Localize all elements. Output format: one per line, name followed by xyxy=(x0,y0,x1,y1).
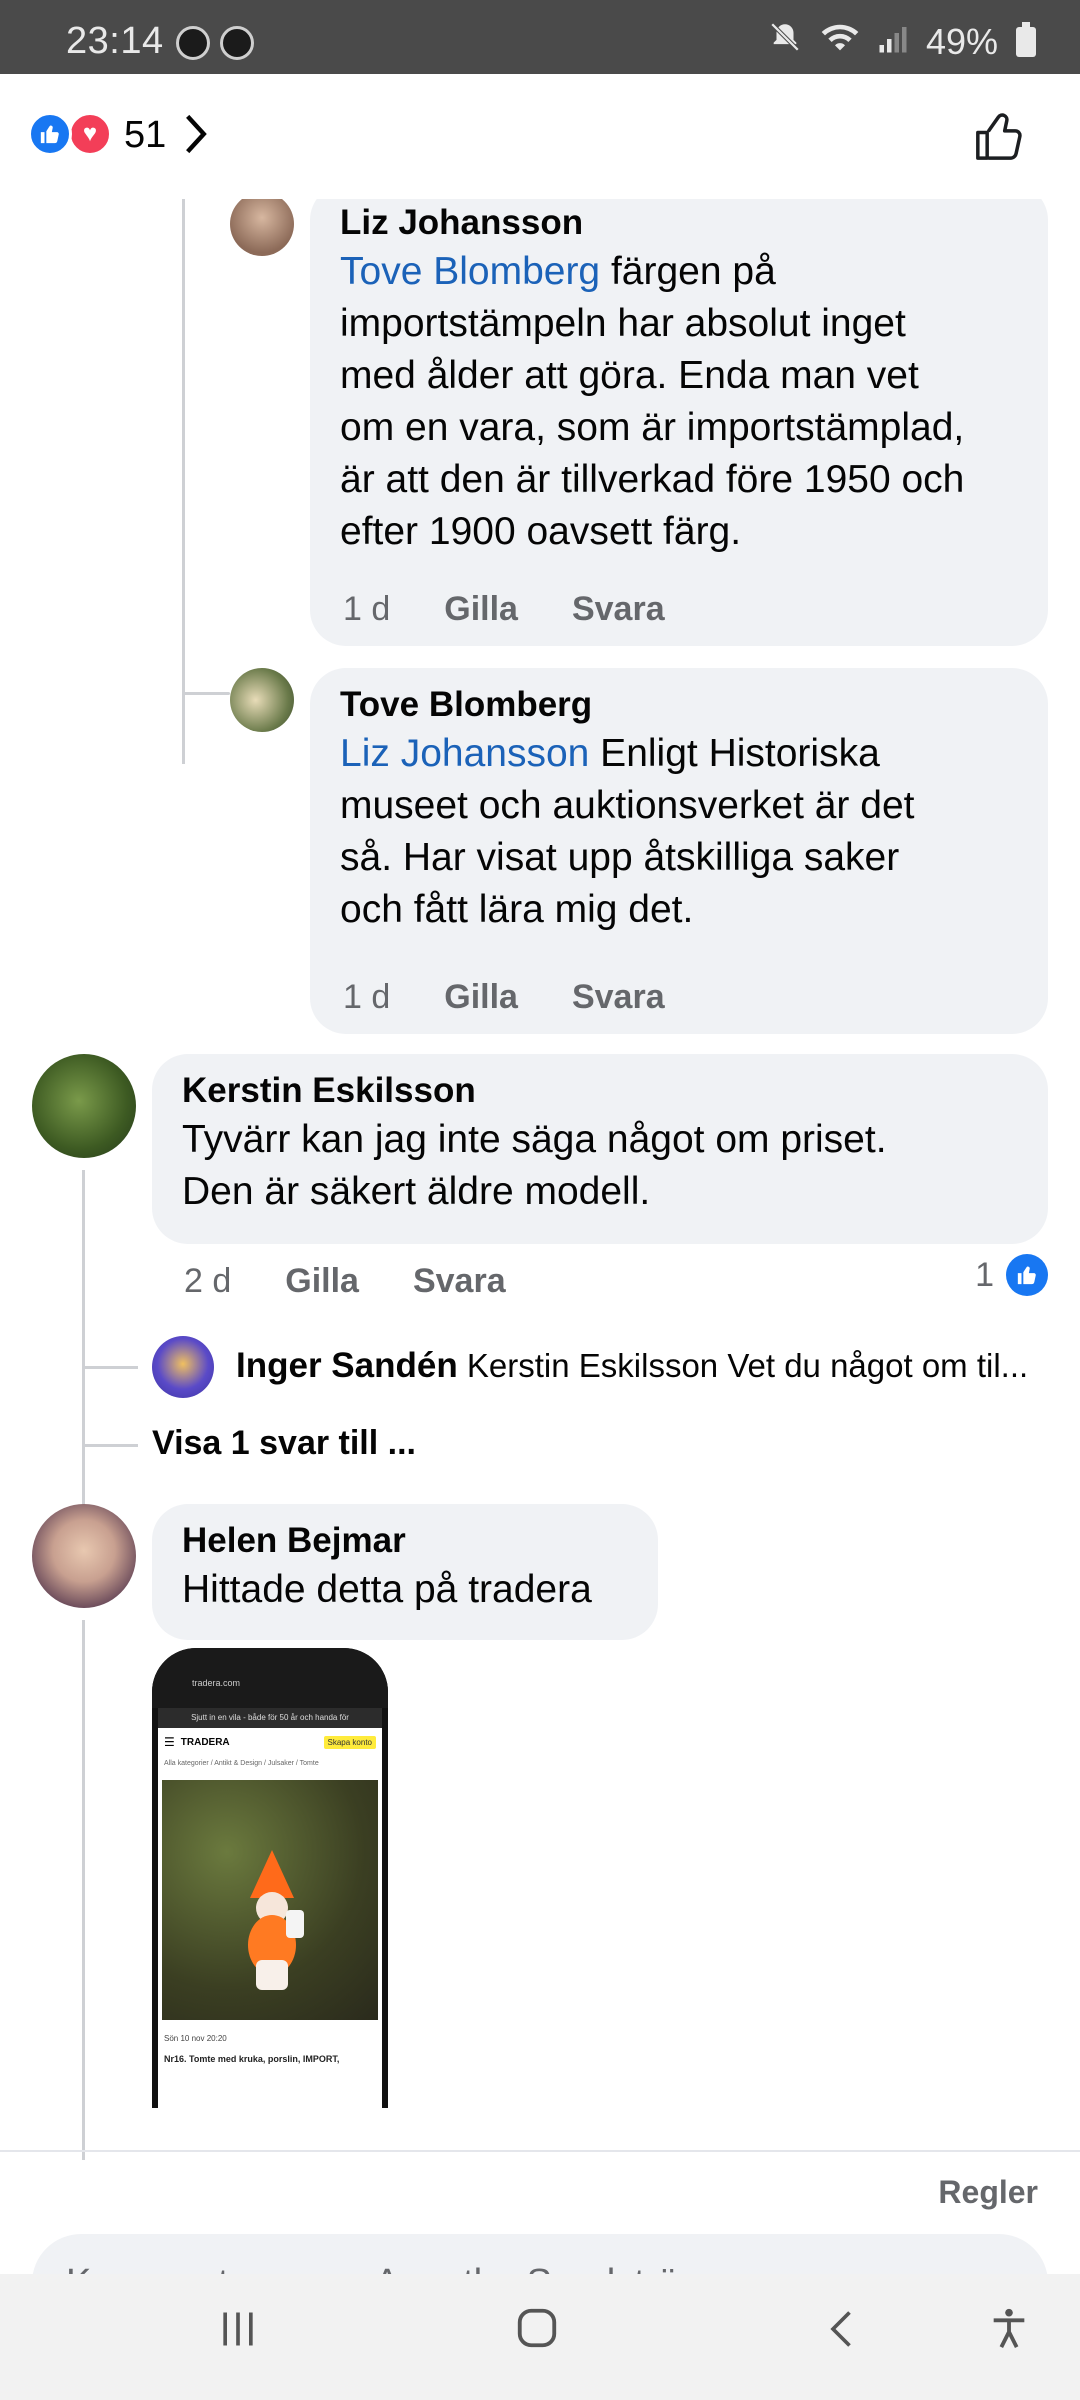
comment-time: 1 d xyxy=(343,590,391,628)
messenger-icon xyxy=(176,26,210,60)
comment-actions: 2 d Gilla Svara xyxy=(184,1262,506,1301)
battery-level: 49% xyxy=(925,20,998,62)
status-bar: 23:14 49% xyxy=(0,0,1080,74)
thread-connector xyxy=(182,692,230,695)
thread-line xyxy=(182,194,185,764)
attachment-header: ☰ TRADERA Skapa konto xyxy=(158,1728,382,1756)
attached-image[interactable]: tradera.com Sjutt in en vila - både för … xyxy=(152,1648,388,2108)
reply-preview[interactable]: Inger Sandén Kerstin Eskilsson Vet du nå… xyxy=(236,1346,1048,1386)
comment-bubble: Helen Bejmar Hittade detta på tradera xyxy=(152,1504,658,1640)
avatar-liz-johansson[interactable] xyxy=(230,192,294,256)
attachment-screen: Sjutt in en vila - både för 50 år och ha… xyxy=(158,1708,382,2108)
system-nav-bar xyxy=(0,2274,1080,2400)
comment-time: 1 d xyxy=(343,978,391,1016)
love-icon: ♥ xyxy=(68,112,112,156)
thread-line xyxy=(82,1170,85,1522)
comment-input[interactable] xyxy=(32,2234,1048,2274)
attachment-date: Sön 10 nov 20:20 xyxy=(164,2034,227,2043)
like-comment-button[interactable]: Gilla xyxy=(285,1262,359,1301)
mute-icon xyxy=(768,20,802,63)
thread-line xyxy=(82,1620,85,2160)
reply-text: Kerstin Eskilsson Vet du något om til... xyxy=(466,1347,1029,1384)
like-icon xyxy=(28,112,72,156)
comment-text: Tyvärr kan jag inte säga något om priset… xyxy=(182,1118,887,1213)
divider xyxy=(0,2150,1080,2152)
reply-button[interactable]: Svara xyxy=(572,590,665,629)
avatar-helen-bejmar[interactable] xyxy=(32,1504,136,1608)
status-right: 49% xyxy=(768,20,1036,63)
attachment-topbar: tradera.com xyxy=(152,1648,388,1708)
reply-button[interactable]: Svara xyxy=(413,1262,506,1301)
chevron-right-icon[interactable] xyxy=(180,112,210,166)
comment-author[interactable]: Helen Bejmar xyxy=(182,1518,628,1564)
reply-button[interactable]: Svara xyxy=(572,978,665,1017)
attachment-photo xyxy=(162,1780,378,2020)
comment-author[interactable]: Kerstin Eskilsson xyxy=(182,1068,1018,1114)
phone-icon xyxy=(220,26,254,60)
reaction-count: 51 xyxy=(124,114,167,156)
comment-like-count[interactable]: 1 xyxy=(975,1254,1048,1296)
comment-text: Liz Johansson Enligt Historiska museet o… xyxy=(340,732,915,931)
comment-time: 2 d xyxy=(184,1262,232,1300)
thread-connector xyxy=(82,1366,138,1369)
mention-link[interactable]: Liz Johansson xyxy=(340,732,589,775)
signal-icon xyxy=(878,21,908,63)
attachment-title: Nr16. Tomte med kruka, porslin, IMPORT, xyxy=(164,2054,340,2064)
comment-bubble: Liz Johansson Tove Blomberg färgen på im… xyxy=(310,184,1048,646)
view-more-replies-link[interactable]: Visa 1 svar till ... xyxy=(152,1424,416,1463)
wifi-icon xyxy=(820,20,860,63)
reaction-header[interactable]: ♥ 51 xyxy=(0,74,1080,199)
comment-text: Hittade detta på tradera xyxy=(182,1568,592,1611)
comment-author[interactable]: Liz Johansson xyxy=(340,200,1018,246)
comments-sheet: ♥ 51 Liz Johansson Tove Blomberg färgen … xyxy=(0,74,1080,2274)
attachment-ad: Sjutt in en vila - både för 50 år och ha… xyxy=(158,1708,382,1728)
comment-author[interactable]: Tove Blomberg xyxy=(340,682,1018,728)
mention-link[interactable]: Tove Blomberg xyxy=(340,250,600,293)
comment-actions: 1 d Gilla Svara xyxy=(343,978,665,1017)
thread-connector xyxy=(82,1444,138,1447)
comment-bubble: Kerstin Eskilsson Tyvärr kan jag inte sä… xyxy=(152,1054,1048,1244)
home-button[interactable] xyxy=(514,2304,560,2364)
reply-author: Inger Sandén xyxy=(236,1346,458,1385)
accessibility-icon[interactable] xyxy=(986,2304,1032,2364)
comment-text: Tove Blomberg färgen på importstämpeln h… xyxy=(340,250,965,553)
avatar-kerstin-eskilsson[interactable] xyxy=(32,1054,136,1158)
status-time: 23:14 xyxy=(66,20,164,62)
recent-apps-button[interactable] xyxy=(216,2304,260,2364)
rules-link[interactable]: Regler xyxy=(938,2174,1038,2211)
like-icon xyxy=(1006,1254,1048,1296)
like-comment-button[interactable]: Gilla xyxy=(444,590,518,629)
avatar-tove-blomberg[interactable] xyxy=(230,668,294,732)
battery-icon xyxy=(1016,21,1036,57)
comment-actions: 1 d Gilla Svara xyxy=(343,590,665,629)
back-button[interactable] xyxy=(822,2304,866,2364)
like-comment-button[interactable]: Gilla xyxy=(444,978,518,1017)
attachment-crumbs: Alla kategorier / Antikt & Design / Juls… xyxy=(164,1760,319,1767)
avatar-inger-sanden[interactable] xyxy=(152,1336,214,1398)
like-post-button[interactable] xyxy=(972,108,1028,164)
